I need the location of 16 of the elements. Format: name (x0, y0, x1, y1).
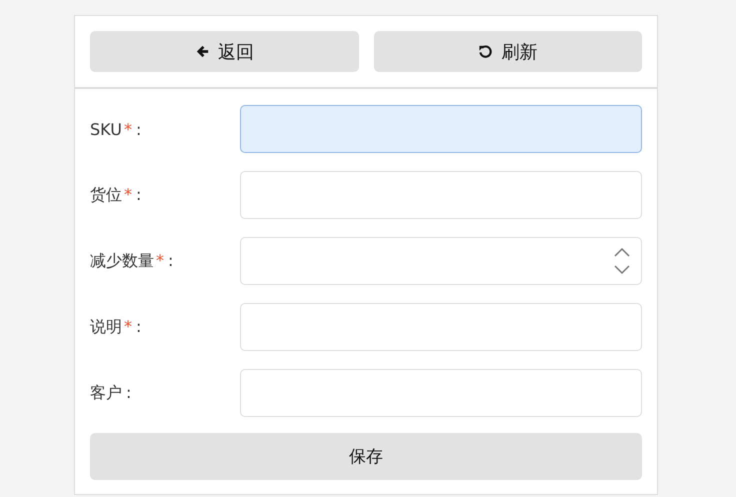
field-label: 货位* : (90, 184, 142, 206)
input-field[interactable] (240, 171, 642, 219)
spinner-icon (613, 246, 631, 276)
back-arrow-icon (194, 44, 210, 59)
toolbar-button[interactable]: 返回 (90, 31, 358, 72)
input-field[interactable] (240, 105, 642, 153)
field-label: 客户 : (90, 382, 132, 404)
input-field[interactable] (240, 303, 642, 351)
toolbar-button[interactable]: 刷新 (374, 31, 642, 72)
field-label: 说明* : (90, 316, 142, 338)
field-label: SKU* : (90, 120, 142, 138)
input-field[interactable] (240, 237, 642, 285)
input-field[interactable] (240, 369, 642, 417)
refresh-icon (478, 44, 494, 59)
save-button[interactable]: 保存 (90, 433, 642, 480)
field-label: 减少数量* : (90, 250, 174, 272)
